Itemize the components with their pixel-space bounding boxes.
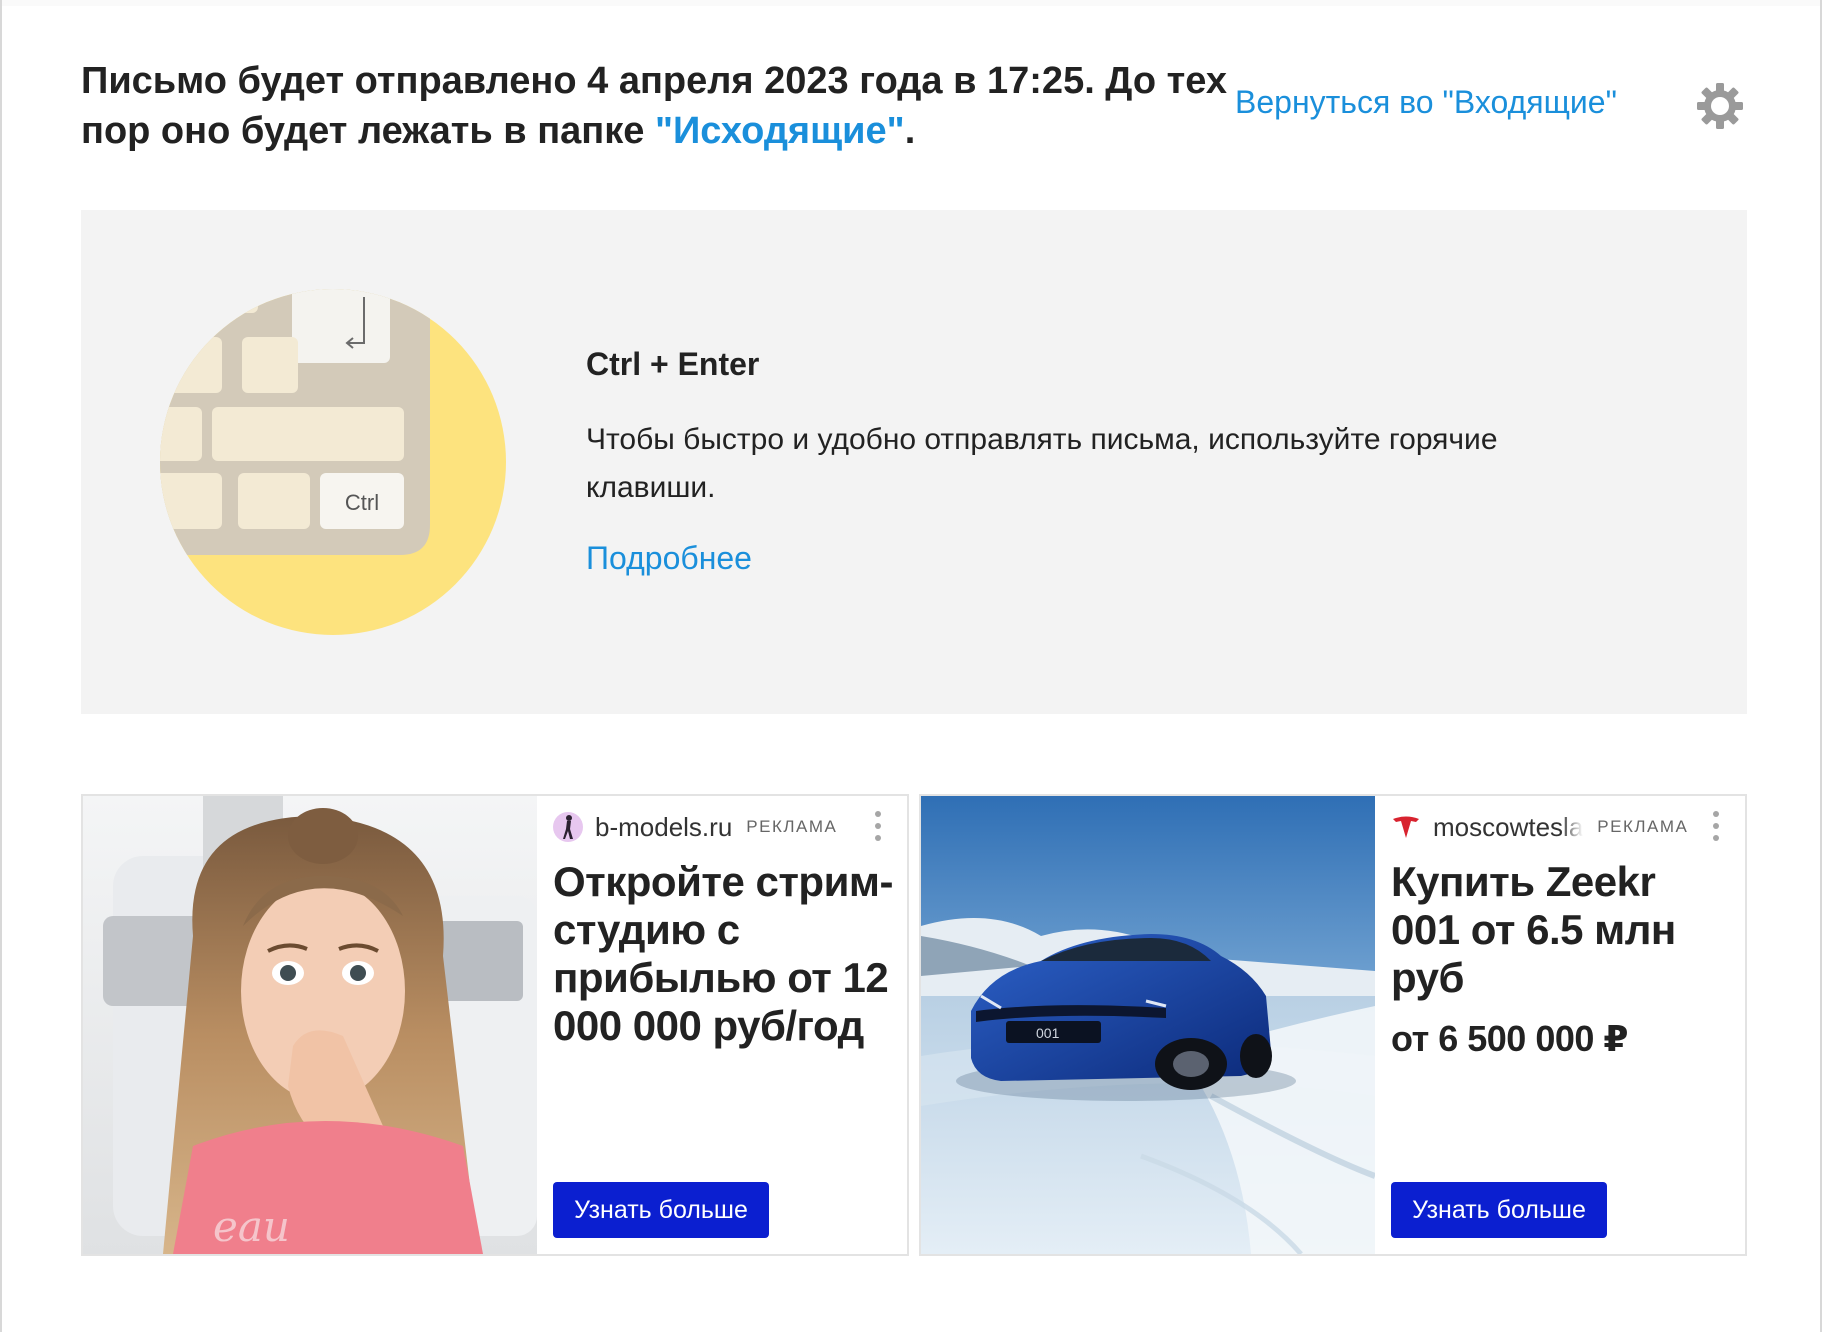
ad-domain[interactable]: b-models.ru	[595, 812, 732, 843]
ad-card-zeekr[interactable]: 001 moscowtesla РЕКЛАМА Купить Zeekr 001…	[919, 794, 1747, 1256]
ad-domain[interactable]: moscowtesla	[1433, 812, 1583, 843]
ctrl-key-label: Ctrl	[345, 490, 379, 515]
message-period: .	[904, 110, 916, 152]
ad-menu-dots-icon[interactable]	[871, 808, 885, 844]
svg-text:eau: eau	[213, 1202, 290, 1251]
ad-headline[interactable]: Откройте стрим-студию с прибылью от 12 0…	[553, 858, 893, 1050]
hotkey-tip-panel: Ctrl Ctrl + Enter Чтобы быстро и удобно …	[81, 210, 1747, 714]
sent-confirmation-page: Письмо будет отправлено 4 апреля 2023 го…	[0, 0, 1822, 1332]
ad-price: от 6 500 000 ₽	[1391, 1018, 1628, 1059]
ad-source-row[interactable]: b-models.ru РЕКЛАМА	[553, 810, 837, 844]
tip-more-link[interactable]: Подробнее	[586, 540, 752, 577]
car-plate-label: 001	[1036, 1025, 1060, 1041]
ad-label: РЕКЛАМА	[1597, 817, 1689, 836]
keyboard-illustration-icon: Ctrl	[160, 289, 506, 635]
window-edge-left	[0, 0, 2, 1332]
ad-source-row[interactable]: moscowtesla РЕКЛАМА	[1391, 810, 1688, 844]
back-to-inbox-link[interactable]: Вернуться во "Входящие"	[1235, 84, 1617, 121]
ad-menu-dots-icon[interactable]	[1709, 808, 1723, 844]
tip-title: Ctrl + Enter	[586, 346, 760, 382]
tip-description: Чтобы быстро и удобно отправлять письма,…	[586, 423, 1498, 504]
b-models-favicon-icon	[553, 812, 583, 842]
ad-image-blue-car-on-ice[interactable]: 001	[921, 796, 1375, 1254]
ad-image-surprised-girl[interactable]: eau	[83, 796, 537, 1254]
ad-label: РЕКЛАМА	[746, 817, 838, 836]
ad-body[interactable]: moscowtesla РЕКЛАМА Купить Zeekr 001 от …	[1375, 796, 1745, 1254]
outbox-folder-link[interactable]: "Исходящие"	[655, 110, 905, 152]
ad-learn-more-button[interactable]: Узнать больше	[553, 1182, 769, 1238]
tesla-red-logo-icon	[1391, 812, 1421, 842]
settings-gear-icon[interactable]	[1696, 82, 1744, 130]
toolbar-remnant	[0, 0, 1822, 6]
scheduled-send-message: Письмо будет отправлено 4 апреля 2023 го…	[81, 56, 1231, 156]
ad-card-streaming-studio[interactable]: eau b-models.ru РЕКЛАМА Откройте стрим-с…	[81, 794, 909, 1256]
ad-headline[interactable]: Купить Zeekr 001 от 6.5 млн руб	[1391, 858, 1731, 1002]
ad-body[interactable]: b-models.ru РЕКЛАМА Откройте стрим-студи…	[537, 796, 907, 1254]
ad-learn-more-button[interactable]: Узнать больше	[1391, 1182, 1607, 1238]
